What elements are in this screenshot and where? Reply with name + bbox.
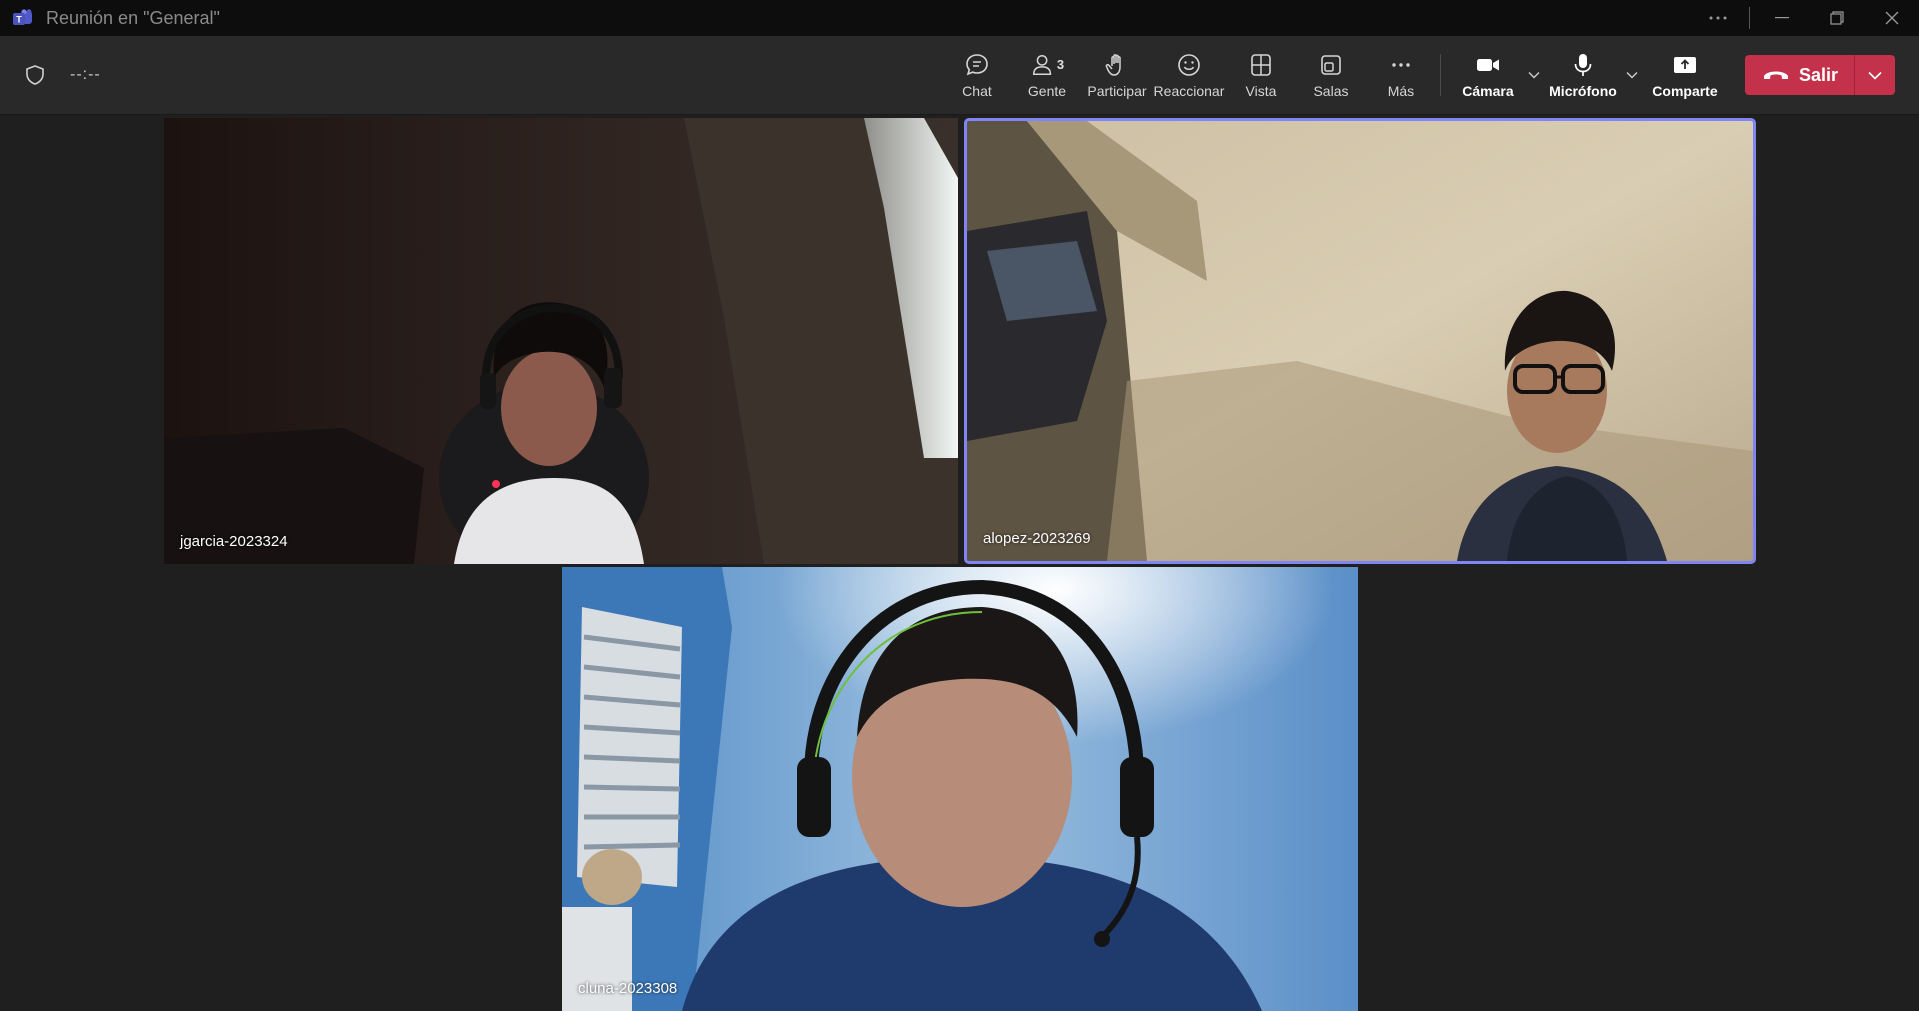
participant-name: cluna-2023308 (578, 980, 678, 997)
microphone-options-chevron-icon[interactable] (1621, 36, 1643, 114)
divider (1749, 7, 1750, 29)
participant-video (164, 118, 958, 564)
meeting-timer: --:-- (70, 66, 101, 83)
microphone-button[interactable]: Micrófono (1545, 36, 1621, 114)
microphone-label: Micrófono (1549, 83, 1617, 99)
share-icon (1673, 57, 1696, 73)
leave-label: Salir (1798, 64, 1838, 85)
chat-icon (966, 54, 988, 76)
hang-up-icon (1763, 71, 1788, 79)
people-icon (1032, 54, 1052, 76)
participant-video (967, 121, 1753, 561)
hand-icon (1105, 54, 1121, 76)
share-button[interactable]: Comparte (1643, 36, 1727, 114)
react-label: Reaccionar (1153, 83, 1225, 99)
toolbar-divider (1439, 54, 1441, 96)
participant-video-tile[interactable]: cluna-2023308 (562, 567, 1358, 1011)
people-count-badge: 3 (1056, 56, 1065, 72)
view-button[interactable]: Vista (1226, 36, 1296, 114)
people-icon-wrap: 3 (1030, 51, 1064, 83)
close-icon[interactable] (1864, 0, 1919, 36)
smiley-icon (1178, 54, 1200, 76)
leave-button[interactable]: Salir (1744, 55, 1855, 95)
camera-options-chevron-icon[interactable] (1523, 36, 1545, 114)
restore-icon[interactable] (1809, 0, 1864, 36)
teams-logo-icon: T (12, 7, 34, 29)
chat-button[interactable]: Chat (942, 36, 1012, 114)
breakout-rooms-icon (1321, 55, 1341, 75)
minimize-icon[interactable] (1754, 0, 1809, 36)
leave-options-chevron-icon[interactable] (1855, 55, 1895, 95)
react-button[interactable]: Reaccionar (1152, 36, 1226, 114)
grid-view-icon (1251, 54, 1271, 76)
title-bar: T Reunión en "General" (0, 0, 1919, 36)
camera-label: Cámara (1462, 83, 1514, 99)
raise-hand-label: Participar (1087, 83, 1147, 99)
more-icon (1392, 63, 1410, 67)
camera-button[interactable]: Cámara (1453, 36, 1523, 114)
participant-name: alopez-2023269 (983, 530, 1091, 547)
people-button[interactable]: 3 Gente (1012, 36, 1082, 114)
rooms-label: Salas (1313, 83, 1349, 99)
meeting-toolbar: --:-- Chat 3 Gente Participar Reaccionar… (0, 36, 1919, 115)
participant-video-tile-active-speaker[interactable]: alopez-2023269 (964, 118, 1756, 564)
chat-label: Chat (962, 83, 992, 99)
view-label: Vista (1245, 83, 1277, 99)
people-label: Gente (1027, 83, 1067, 99)
svg-text:T: T (16, 15, 22, 25)
more-label: Más (1387, 83, 1415, 99)
raise-hand-button[interactable]: Participar (1082, 36, 1152, 114)
window-title: Reunión en "General" (46, 7, 220, 28)
more-options-icon[interactable] (1690, 0, 1745, 36)
leave-button-group: Salir (1744, 55, 1895, 95)
rooms-button[interactable]: Salas (1296, 36, 1366, 114)
toolbar-actions: Chat 3 Gente Participar Reaccionar Vista… (942, 36, 1919, 114)
more-button[interactable]: Más (1366, 36, 1436, 114)
participant-video-tile[interactable]: jgarcia-2023324 (164, 118, 958, 564)
participant-name: jgarcia-2023324 (180, 533, 288, 550)
window-controls (1690, 0, 1919, 36)
participant-video (562, 567, 1358, 1011)
share-label: Comparte (1652, 83, 1718, 99)
camera-icon (1476, 59, 1499, 71)
microphone-icon (1574, 54, 1592, 76)
shield-icon[interactable] (24, 64, 46, 86)
